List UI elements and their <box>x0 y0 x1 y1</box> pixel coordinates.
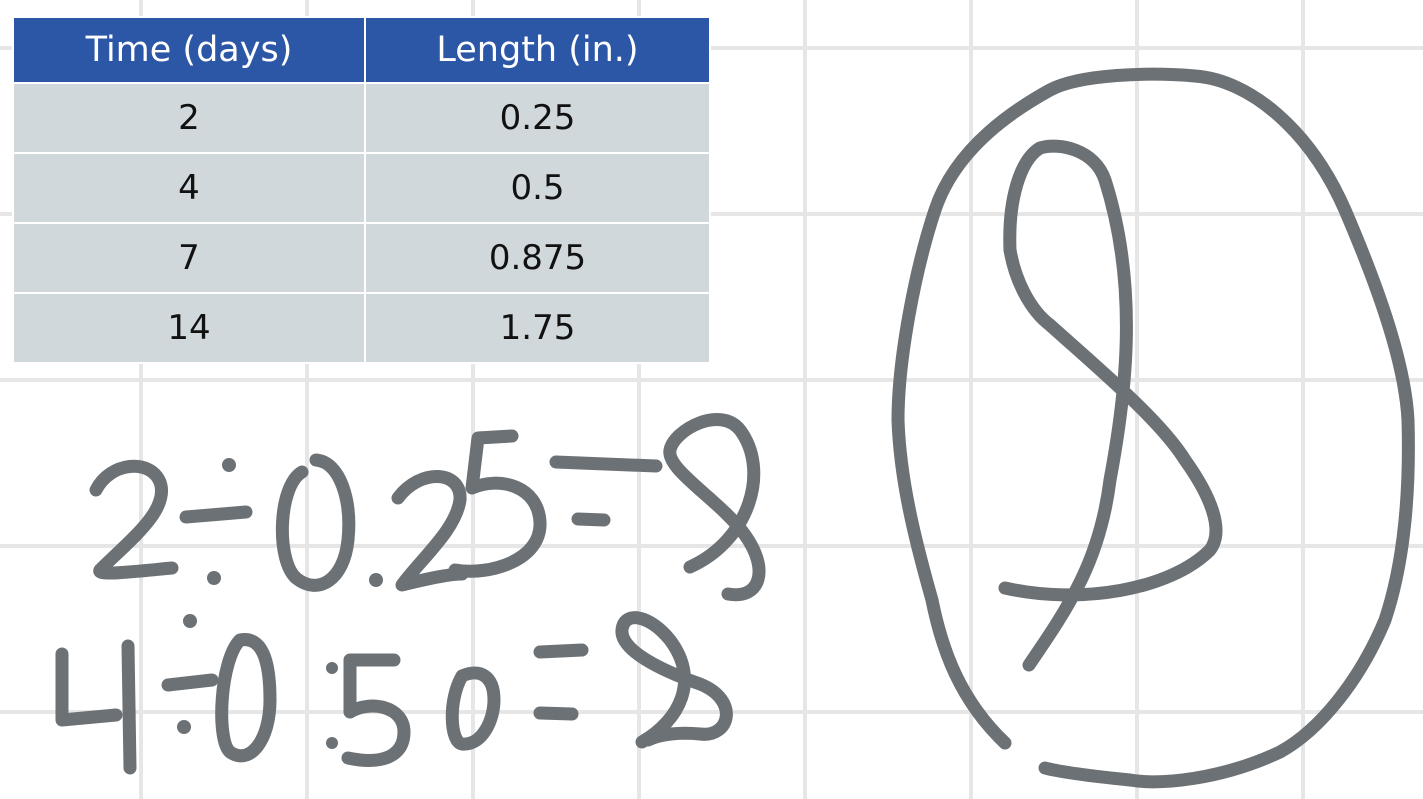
ink-digit-4 <box>55 639 137 775</box>
table-row: 7 0.875 <box>12 222 711 294</box>
ink-digit-5 <box>341 653 411 767</box>
ink-divide-dot <box>177 720 191 734</box>
ink-circle-outline <box>891 67 1415 789</box>
ink-divide-dot <box>207 571 221 585</box>
ink-equals-bottom <box>571 512 611 527</box>
data-table: Time (days) Length (in.) 2 0.25 4 0.5 7 … <box>12 16 711 364</box>
table-row: 2 0.25 <box>12 82 711 154</box>
ink-digit-5 <box>448 429 547 578</box>
ink-divide-dot <box>222 458 236 472</box>
ink-divide-dot <box>183 614 197 628</box>
ink-decimal-point <box>326 662 338 674</box>
cell-time: 14 <box>12 292 366 364</box>
ink-decimal-point <box>369 573 383 587</box>
cell-time: 2 <box>12 82 366 154</box>
ink-digit-8 <box>615 611 733 749</box>
ink-divide-bar <box>161 673 219 692</box>
table-row: 14 1.75 <box>12 292 711 364</box>
circled-answer-8 <box>891 67 1415 789</box>
cell-length: 0.25 <box>364 82 711 154</box>
ink-divide-bar <box>179 505 253 524</box>
ink-equals-top <box>549 455 663 473</box>
ink-digit-0 <box>445 666 501 751</box>
header-length: Length (in.) <box>364 16 711 84</box>
ink-equals-top <box>533 643 589 659</box>
handwritten-equation-2 <box>55 611 733 775</box>
header-time: Time (days) <box>12 16 366 84</box>
cell-length: 1.75 <box>364 292 711 364</box>
cell-length: 0.875 <box>364 222 711 294</box>
ink-digit-2 <box>391 470 469 592</box>
handwritten-equation-1 <box>89 413 766 602</box>
ink-digit-2 <box>89 459 179 580</box>
cell-length: 0.5 <box>364 152 711 224</box>
table-header-row: Time (days) Length (in.) <box>12 16 711 84</box>
cell-time: 4 <box>12 152 366 224</box>
ink-decimal-point <box>326 737 338 749</box>
cell-time: 7 <box>12 222 366 294</box>
table-row: 4 0.5 <box>12 152 711 224</box>
ink-big-digit-8 <box>998 139 1223 672</box>
ink-equals-bottom <box>533 706 579 721</box>
ink-digit-0 <box>275 453 356 592</box>
ink-digit-8 <box>663 413 766 602</box>
ink-digit-0 <box>215 633 277 763</box>
